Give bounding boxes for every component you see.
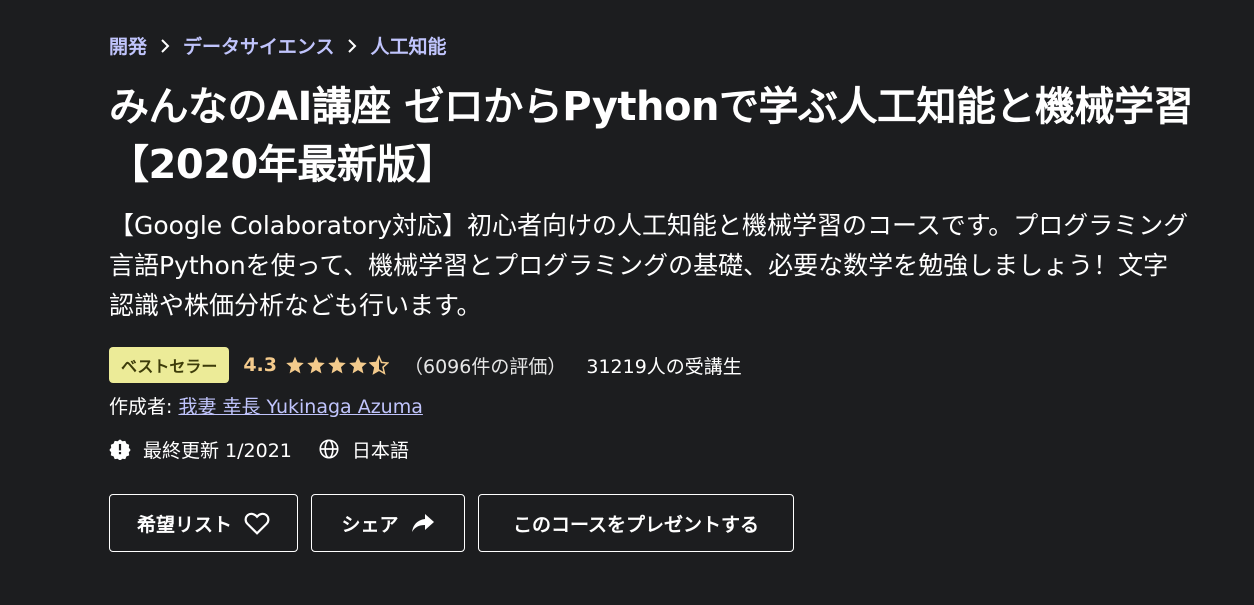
star-icon xyxy=(349,356,367,374)
star-rating xyxy=(285,355,390,375)
course-subtitle: 【Google Colaboratory対応】初心者向けの人工知能と機械学習のコ… xyxy=(109,211,1189,320)
breadcrumb: 開発 データサイエンス 人工知能 xyxy=(109,28,1209,62)
breadcrumb-item-development[interactable]: 開発 xyxy=(109,32,147,59)
chevron-right-icon xyxy=(147,36,183,55)
last-updated-text: 最終更新 1/2021 xyxy=(143,439,292,462)
author-link[interactable]: 我妻 幸長 Yukinaga Azuma xyxy=(178,396,422,418)
course-title: みんなのAI講座 ゼロからPythonで学ぶ人工知能と機械学習 【2020年最新… xyxy=(109,84,1193,188)
chevron-right-icon xyxy=(334,36,370,55)
globe-icon xyxy=(319,439,339,459)
heart-icon xyxy=(244,512,270,535)
half-star-icon xyxy=(369,355,389,375)
last-updated: 最終更新 1/2021 xyxy=(109,436,292,463)
share-label: シェア xyxy=(341,513,399,536)
students-count: 31219人の受講生 xyxy=(586,355,742,378)
language-text: 日本語 xyxy=(351,439,409,462)
star-icon xyxy=(328,356,346,374)
course-header: 開発 データサイエンス 人工知能 みんなのAI講座 ゼロからPythonで学ぶ人… xyxy=(109,28,1209,552)
share-button[interactable]: シェア xyxy=(311,494,465,552)
action-buttons: 希望リスト シェア このコースをプレゼントする xyxy=(109,494,1209,552)
rating-count[interactable]: （6096件の評価） xyxy=(404,352,566,379)
wishlist-button[interactable]: 希望リスト xyxy=(109,494,298,552)
breadcrumb-item-ai[interactable]: 人工知能 xyxy=(370,32,446,59)
meta-row: 最終更新 1/2021 日本語 xyxy=(109,434,1209,464)
rating-value: 4.3 xyxy=(243,354,277,376)
breadcrumb-item-data-science[interactable]: データサイエンス xyxy=(183,32,334,59)
rating-row: ベストセラー 4.3 （6096件の評価） 31219人の受講生 xyxy=(109,347,1209,383)
alert-badge-icon xyxy=(109,439,131,460)
star-icon xyxy=(307,356,325,374)
share-arrow-icon xyxy=(411,514,434,532)
author-row: 作成者: 我妻 幸長 Yukinaga Azuma xyxy=(109,392,1209,422)
star-icon xyxy=(286,356,304,374)
author-label: 作成者: xyxy=(109,396,173,418)
language: 日本語 xyxy=(318,436,409,463)
wishlist-label: 希望リスト xyxy=(136,513,232,536)
gift-course-button[interactable]: このコースをプレゼントする xyxy=(478,494,794,552)
bestseller-badge: ベストセラー xyxy=(109,347,230,383)
